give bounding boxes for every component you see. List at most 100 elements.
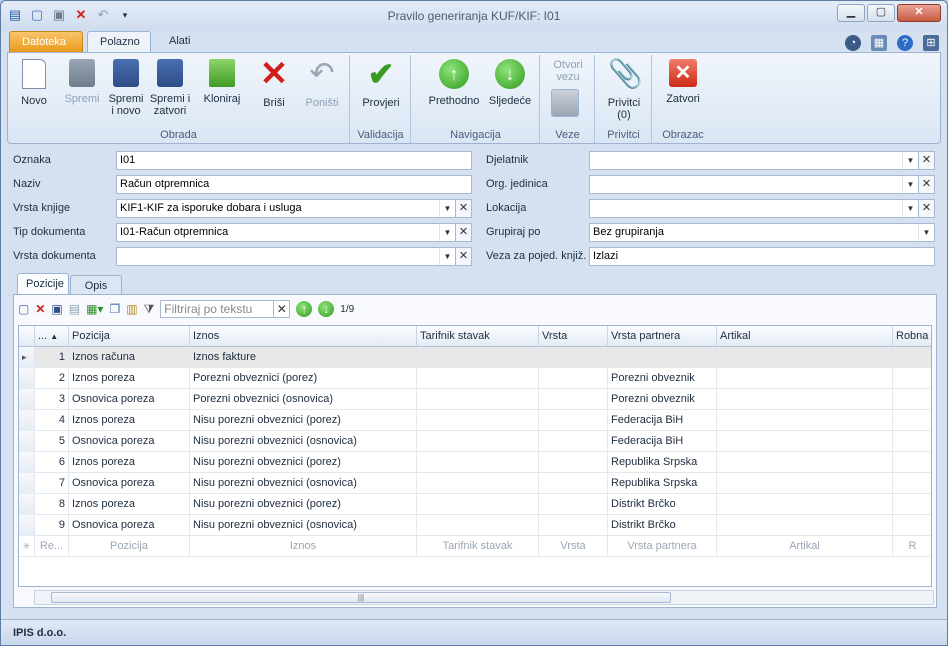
clear-filter-icon[interactable]: ✕ xyxy=(273,301,289,317)
cell-empty[interactable] xyxy=(539,368,608,389)
veza-field[interactable]: Izlazi xyxy=(589,247,935,266)
print-icon[interactable]: ▤ xyxy=(69,302,80,316)
column-header-robna[interactable]: Robna g xyxy=(893,326,931,347)
column-header-pozicija[interactable]: Pozicija xyxy=(69,326,190,347)
cell-rb[interactable]: 6 xyxy=(35,452,69,473)
cell-empty[interactable] xyxy=(893,389,931,410)
novo-button[interactable]: Novo xyxy=(12,59,56,107)
privitci-button[interactable]: 📎 Privitci (0) xyxy=(602,59,646,122)
cell-pozicija[interactable]: Iznos poreza xyxy=(69,452,190,473)
cell-empty[interactable] xyxy=(717,347,893,368)
new-row-cell[interactable]: Re... xyxy=(35,536,69,557)
help-icon[interactable]: ? xyxy=(897,35,913,51)
chevron-down-icon[interactable]: ▼ xyxy=(902,152,918,169)
cell-pozicija[interactable]: Osnovica poreza xyxy=(69,389,190,410)
cell-iznos[interactable]: Nisu porezni obveznici (porez) xyxy=(190,452,417,473)
provjeri-button[interactable]: ✔ Provjeri xyxy=(357,58,405,109)
row-indicator[interactable] xyxy=(19,410,35,431)
scrollbar-thumb[interactable]: ||| xyxy=(51,592,671,603)
new-row-cell[interactable]: Vrsta xyxy=(539,536,608,557)
cell-iznos[interactable]: Nisu porezni obveznici (osnovica) xyxy=(190,515,417,536)
clear-icon[interactable]: ✕ xyxy=(455,247,472,266)
cell-pozicija[interactable]: Osnovica poreza xyxy=(69,431,190,452)
cell-empty[interactable] xyxy=(417,515,539,536)
table-row[interactable]: 9 Osnovica poreza Nisu porezni obveznici (… xyxy=(19,515,931,536)
cell-empty[interactable] xyxy=(539,515,608,536)
cell-pozicija[interactable]: Iznos poreza xyxy=(69,494,190,515)
cell-pozicija[interactable]: Iznos poreza xyxy=(69,368,190,389)
row-indicator[interactable] xyxy=(19,431,35,452)
cell-empty[interactable] xyxy=(717,368,893,389)
cell-iznos[interactable]: Iznos fakture xyxy=(190,347,417,368)
table-row[interactable]: 4 Iznos poreza Nisu porezni obveznici (por… xyxy=(19,410,931,431)
cell-empty[interactable] xyxy=(417,431,539,452)
sljedece-button[interactable]: ↓ Sljedeće xyxy=(484,59,536,107)
row-indicator[interactable] xyxy=(19,368,35,389)
cell-iznos[interactable]: Nisu porezni obveznici (osnovica) xyxy=(190,473,417,494)
row-indicator[interactable] xyxy=(19,515,35,536)
cell-pozicija[interactable]: Osnovica poreza xyxy=(69,473,190,494)
cell-empty[interactable] xyxy=(717,389,893,410)
ponisti-button[interactable]: ↶ Poništi xyxy=(298,59,346,110)
cell-empty[interactable] xyxy=(893,473,931,494)
column-header-vrsta-partnera[interactable]: Vrsta partnera xyxy=(608,326,717,347)
cell-empty[interactable] xyxy=(417,473,539,494)
cell-iznos[interactable]: Nisu porezni obveznici (osnovica) xyxy=(190,431,417,452)
export-excel-icon[interactable]: ▦▾ xyxy=(86,302,103,316)
cell-rb[interactable]: 8 xyxy=(35,494,69,515)
pin-icon[interactable]: ⊞ xyxy=(923,35,939,51)
table-row[interactable]: 7 Osnovica poreza Nisu porezni obveznici (… xyxy=(19,473,931,494)
calculator-icon[interactable]: ▦ xyxy=(871,35,887,51)
new-item-row[interactable]: ✳ Re... Pozicija Iznos Tarifnik stavak Vrsta V… xyxy=(19,536,931,557)
kloniraj-button[interactable]: Kloniraj xyxy=(200,59,244,105)
column-header-vrsta[interactable]: Vrsta xyxy=(539,326,608,347)
cell-empty[interactable] xyxy=(539,347,608,368)
cell-empty[interactable] xyxy=(539,410,608,431)
cell-rb[interactable]: 3 xyxy=(35,389,69,410)
new-row-cell[interactable]: R xyxy=(893,536,931,557)
chevron-down-icon[interactable]: ▼ xyxy=(918,224,934,241)
org-jedinica-select[interactable]: ▼ xyxy=(589,175,919,194)
cell-iznos[interactable]: Porezni obveznici (osnovica) xyxy=(190,389,417,410)
cell-iznos[interactable]: Nisu porezni obveznici (porez) xyxy=(190,410,417,431)
cell-partner[interactable]: Distrikt Brčko xyxy=(608,515,717,536)
cell-empty[interactable] xyxy=(417,494,539,515)
cell-partner[interactable]: Porezni obveznik xyxy=(608,389,717,410)
chevron-down-icon[interactable]: ▼ xyxy=(902,176,918,193)
vrsta-dokumenta-select[interactable]: ▼ xyxy=(116,247,456,266)
grupiraj-po-select[interactable]: Bez grupiranja ▼ xyxy=(589,223,935,242)
otvori-vezu-button[interactable]: Otvori vezu xyxy=(547,59,589,117)
naziv-field[interactable]: Račun otpremnica xyxy=(116,175,472,194)
minimize-button[interactable]: ▁ xyxy=(837,4,865,22)
next-record-icon[interactable]: ↓ xyxy=(318,301,335,317)
cell-empty[interactable] xyxy=(893,347,931,368)
table-row[interactable]: 8 Iznos poreza Nisu porezni obveznici (por… xyxy=(19,494,931,515)
clear-icon[interactable]: ✕ xyxy=(918,151,935,170)
cell-rb[interactable]: 1 xyxy=(35,347,69,368)
tab-alati[interactable]: Alati xyxy=(157,31,202,53)
zatvori-button[interactable]: ✕ Zatvori xyxy=(659,59,707,105)
maximize-button[interactable]: ▢ xyxy=(867,4,895,22)
filter-input[interactable]: Filtriraj po tekstu ✕ xyxy=(160,300,291,318)
cell-rb[interactable]: 4 xyxy=(35,410,69,431)
cell-partner[interactable]: Federacija BiH xyxy=(608,410,717,431)
cell-empty[interactable] xyxy=(893,494,931,515)
cell-empty[interactable] xyxy=(717,494,893,515)
copy-icon[interactable]: ❐ xyxy=(109,302,120,316)
tab-opis[interactable]: Opis xyxy=(70,275,122,295)
filter-icon[interactable]: ⧩ xyxy=(144,302,155,317)
cell-empty[interactable] xyxy=(893,452,931,473)
spremi-button[interactable]: Spremi xyxy=(60,59,104,105)
clear-icon[interactable]: ✕ xyxy=(918,175,935,194)
cell-empty[interactable] xyxy=(893,515,931,536)
new-row-icon[interactable]: ▢ xyxy=(18,302,29,316)
cell-empty[interactable] xyxy=(539,473,608,494)
close-button[interactable]: ✕ xyxy=(897,4,941,22)
cell-empty[interactable] xyxy=(417,389,539,410)
cell-empty[interactable] xyxy=(417,452,539,473)
new-row-cell[interactable]: Pozicija xyxy=(69,536,190,557)
tab-datoteka[interactable]: Datoteka xyxy=(9,31,83,53)
table-row[interactable]: 5 Osnovica poreza Nisu porezni obveznici (… xyxy=(19,431,931,452)
chevron-down-icon[interactable]: ▼ xyxy=(439,248,455,265)
new-row-cell[interactable]: Iznos xyxy=(190,536,417,557)
